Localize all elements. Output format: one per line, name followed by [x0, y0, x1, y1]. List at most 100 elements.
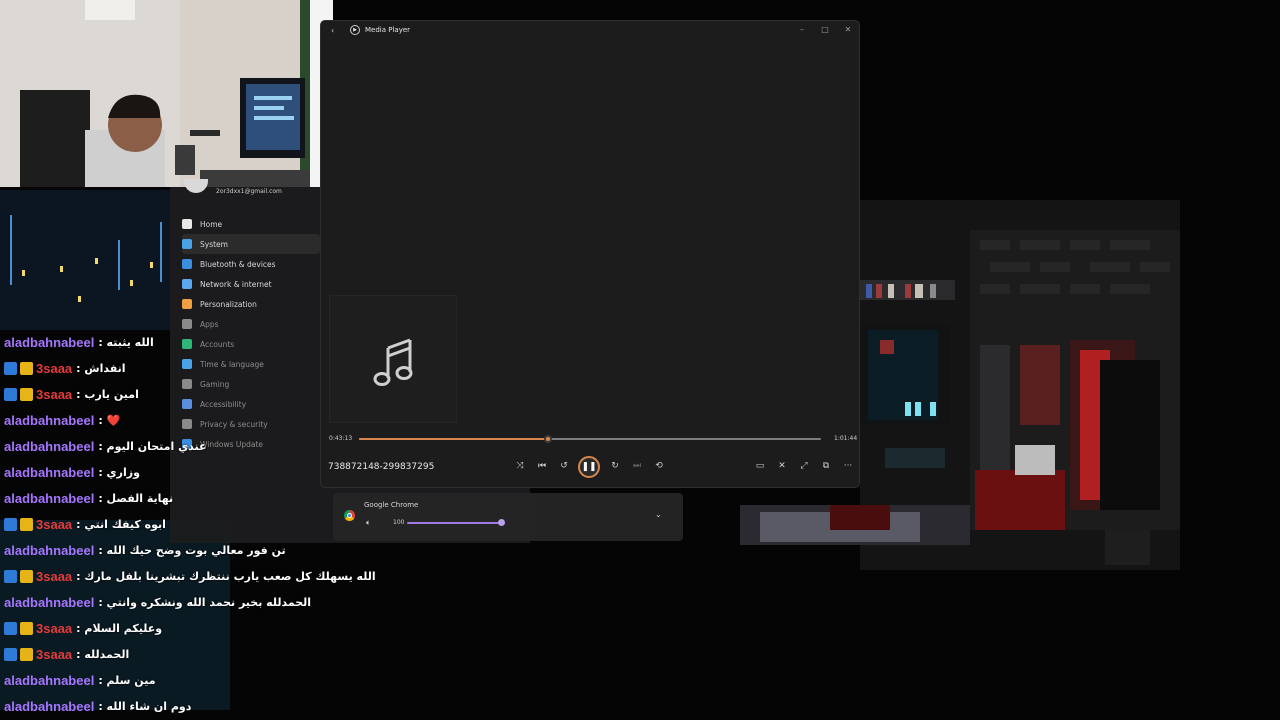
music-note-icon [373, 338, 413, 386]
crown-badge-icon [20, 387, 33, 401]
chat-text: : امين يارب [76, 387, 139, 401]
chat-message: 3saaa : امين يارب [4, 384, 139, 404]
minimize-button[interactable]: – [797, 25, 807, 35]
chat-text: : الحمدلله بخير نحمد الله ونشكره وانتي [98, 595, 312, 609]
chat-text: : ابوه كيفك انتي [76, 517, 166, 531]
crown-badge-icon [20, 621, 33, 635]
settings-nav-label: Personalization [200, 299, 257, 309]
moderator-badge-icon [4, 387, 17, 401]
miniplayer-icon[interactable]: ▭ [753, 459, 767, 473]
repeat-icon[interactable]: ⟲ [652, 459, 666, 473]
chat-username[interactable]: 3saaa [36, 517, 72, 532]
chat-username[interactable]: aladbahnabeel [4, 491, 94, 506]
pause-icon: ❚❚ [581, 462, 597, 472]
album-art [329, 295, 457, 423]
settings-nav-label: Bluetooth & devices [200, 259, 276, 269]
settings-nav-item[interactable]: Personalization [182, 294, 318, 314]
chat-username[interactable]: aladbahnabeel [4, 465, 94, 480]
chat-username[interactable]: 3saaa [36, 361, 72, 376]
volume-level: 100 [393, 519, 405, 526]
moderator-badge-icon [4, 569, 17, 583]
chat-message: 3saaa : الله يسهلك كل صعب يارب ننتظرك تبش… [4, 566, 376, 586]
bluetooth-icon [182, 259, 192, 269]
chat-username[interactable]: 3saaa [36, 387, 72, 402]
volume-app-name: Google Chrome [364, 501, 419, 509]
chat-text: : نهاية الفصل [98, 491, 174, 505]
chat-text: : مين سلم [98, 673, 156, 687]
chat-message: aladbahnabeel : دوم ان شاء الله [4, 696, 191, 716]
back-arrow-icon[interactable]: ‹ [331, 26, 334, 35]
settings-nav-item[interactable]: Network & internet [182, 274, 318, 294]
chat-username[interactable]: aladbahnabeel [4, 413, 94, 428]
home-icon [182, 219, 192, 229]
chat-username[interactable]: aladbahnabeel [4, 335, 94, 350]
chat-username[interactable]: 3saaa [36, 569, 72, 584]
account-email: 2or3dxx1@gmail.com [216, 188, 282, 195]
chat-username[interactable]: aladbahnabeel [4, 439, 94, 454]
mute-icon[interactable]: ✕ [775, 459, 789, 473]
pause-button[interactable]: ❚❚ [578, 456, 600, 478]
chat-text: : عندي امتحان اليوم [98, 439, 207, 453]
timeline: 0:43:13 1:01:44 [329, 433, 857, 445]
rewind-10-icon[interactable]: ↺ [557, 459, 571, 473]
chat-text: : دوم ان شاء الله [98, 699, 192, 713]
title-bar[interactable]: ‹ ▶ Media Player – □ ✕ [321, 21, 859, 41]
moderator-badge-icon [4, 621, 17, 635]
settings-nav-item[interactable]: System [182, 234, 320, 254]
chat-username[interactable]: aladbahnabeel [4, 699, 94, 714]
close-button[interactable]: ✕ [843, 25, 853, 35]
seek-bar-fill [359, 438, 549, 440]
volume-mixer-flyout: Google Chrome 🔈︎ 100 ⌄ [333, 493, 683, 541]
chat-username[interactable]: aladbahnabeel [4, 673, 94, 688]
chat-text: : وعليكم السلام [76, 621, 163, 635]
chat-message: aladbahnabeel: تن فور معالي بوت وضح حيك … [4, 540, 286, 560]
chevron-down-icon[interactable]: ⌄ [655, 510, 662, 519]
chat-message: aladbahnabeel: وزاري [4, 462, 140, 482]
system-icon [182, 239, 192, 249]
seek-bar[interactable] [359, 435, 821, 443]
settings-nav-label: Network & internet [200, 279, 272, 289]
settings-nav-item[interactable]: Bluetooth & devices [182, 254, 318, 274]
chat-username[interactable]: 3saaa [36, 621, 72, 636]
settings-nav-label: System [200, 239, 228, 249]
chat-message: aladbahnabeel : مين سلم [4, 670, 156, 690]
settings-nav-label: Home [200, 219, 223, 229]
fullscreen-icon[interactable]: ⤢ [797, 459, 811, 473]
screen: 2or3dxx1@gmail.com Home System Bluetooth &… [0, 0, 1280, 720]
moderator-badge-icon [4, 361, 17, 375]
chat-text: : الله يثبته [98, 335, 154, 349]
media-player-icon: ▶ [350, 25, 360, 35]
crown-badge-icon [20, 517, 33, 531]
more-icon[interactable]: ··· [841, 459, 855, 473]
wifi-icon [182, 279, 192, 289]
account-avatar[interactable] [184, 179, 208, 193]
crown-badge-icon [20, 569, 33, 583]
chat-username[interactable]: aladbahnabeel [4, 595, 94, 610]
volume-thumb[interactable] [498, 519, 505, 526]
next-icon[interactable]: ⏭ [630, 459, 644, 473]
chat-message: 3saaa : الحمدلله [4, 644, 129, 664]
window-title: Media Player [365, 26, 411, 34]
chat-text: : الله يسهلك كل صعب يارب ننتظرك تبشرينا … [76, 569, 376, 583]
cast-icon[interactable]: ⧉ [819, 459, 833, 473]
volume-slider[interactable] [407, 522, 502, 524]
speaker-icon[interactable]: 🔈︎ [366, 518, 371, 528]
chat-username[interactable]: 3saaa [36, 647, 72, 662]
chat-message: aladbahnabeel : نهاية الفصل [4, 488, 173, 508]
seek-thumb[interactable] [544, 435, 553, 443]
chat-text: : الحمدلله [76, 647, 130, 661]
chat-message: 3saaa : ابوه كيفك انتي [4, 514, 166, 534]
brush-icon [182, 299, 192, 309]
chat-text: : انفداش [76, 361, 126, 375]
media-player-window: ‹ ▶ Media Player – □ ✕ 0:43:13 1:01:44 7… [320, 20, 860, 488]
chat-username[interactable]: aladbahnabeel [4, 543, 94, 558]
total-time: 1:01:44 [834, 435, 858, 442]
forward-30-icon[interactable]: ↻ [608, 459, 622, 473]
shuffle-icon[interactable]: ⤨ [513, 459, 527, 473]
crown-badge-icon [20, 361, 33, 375]
settings-nav-item[interactable]: Home [182, 214, 318, 234]
chat-message: aladbahnabeel: ❤️ [4, 410, 120, 430]
previous-icon[interactable]: ⏮ [535, 459, 549, 473]
moderator-badge-icon [4, 647, 17, 661]
maximize-button[interactable]: □ [820, 25, 830, 35]
